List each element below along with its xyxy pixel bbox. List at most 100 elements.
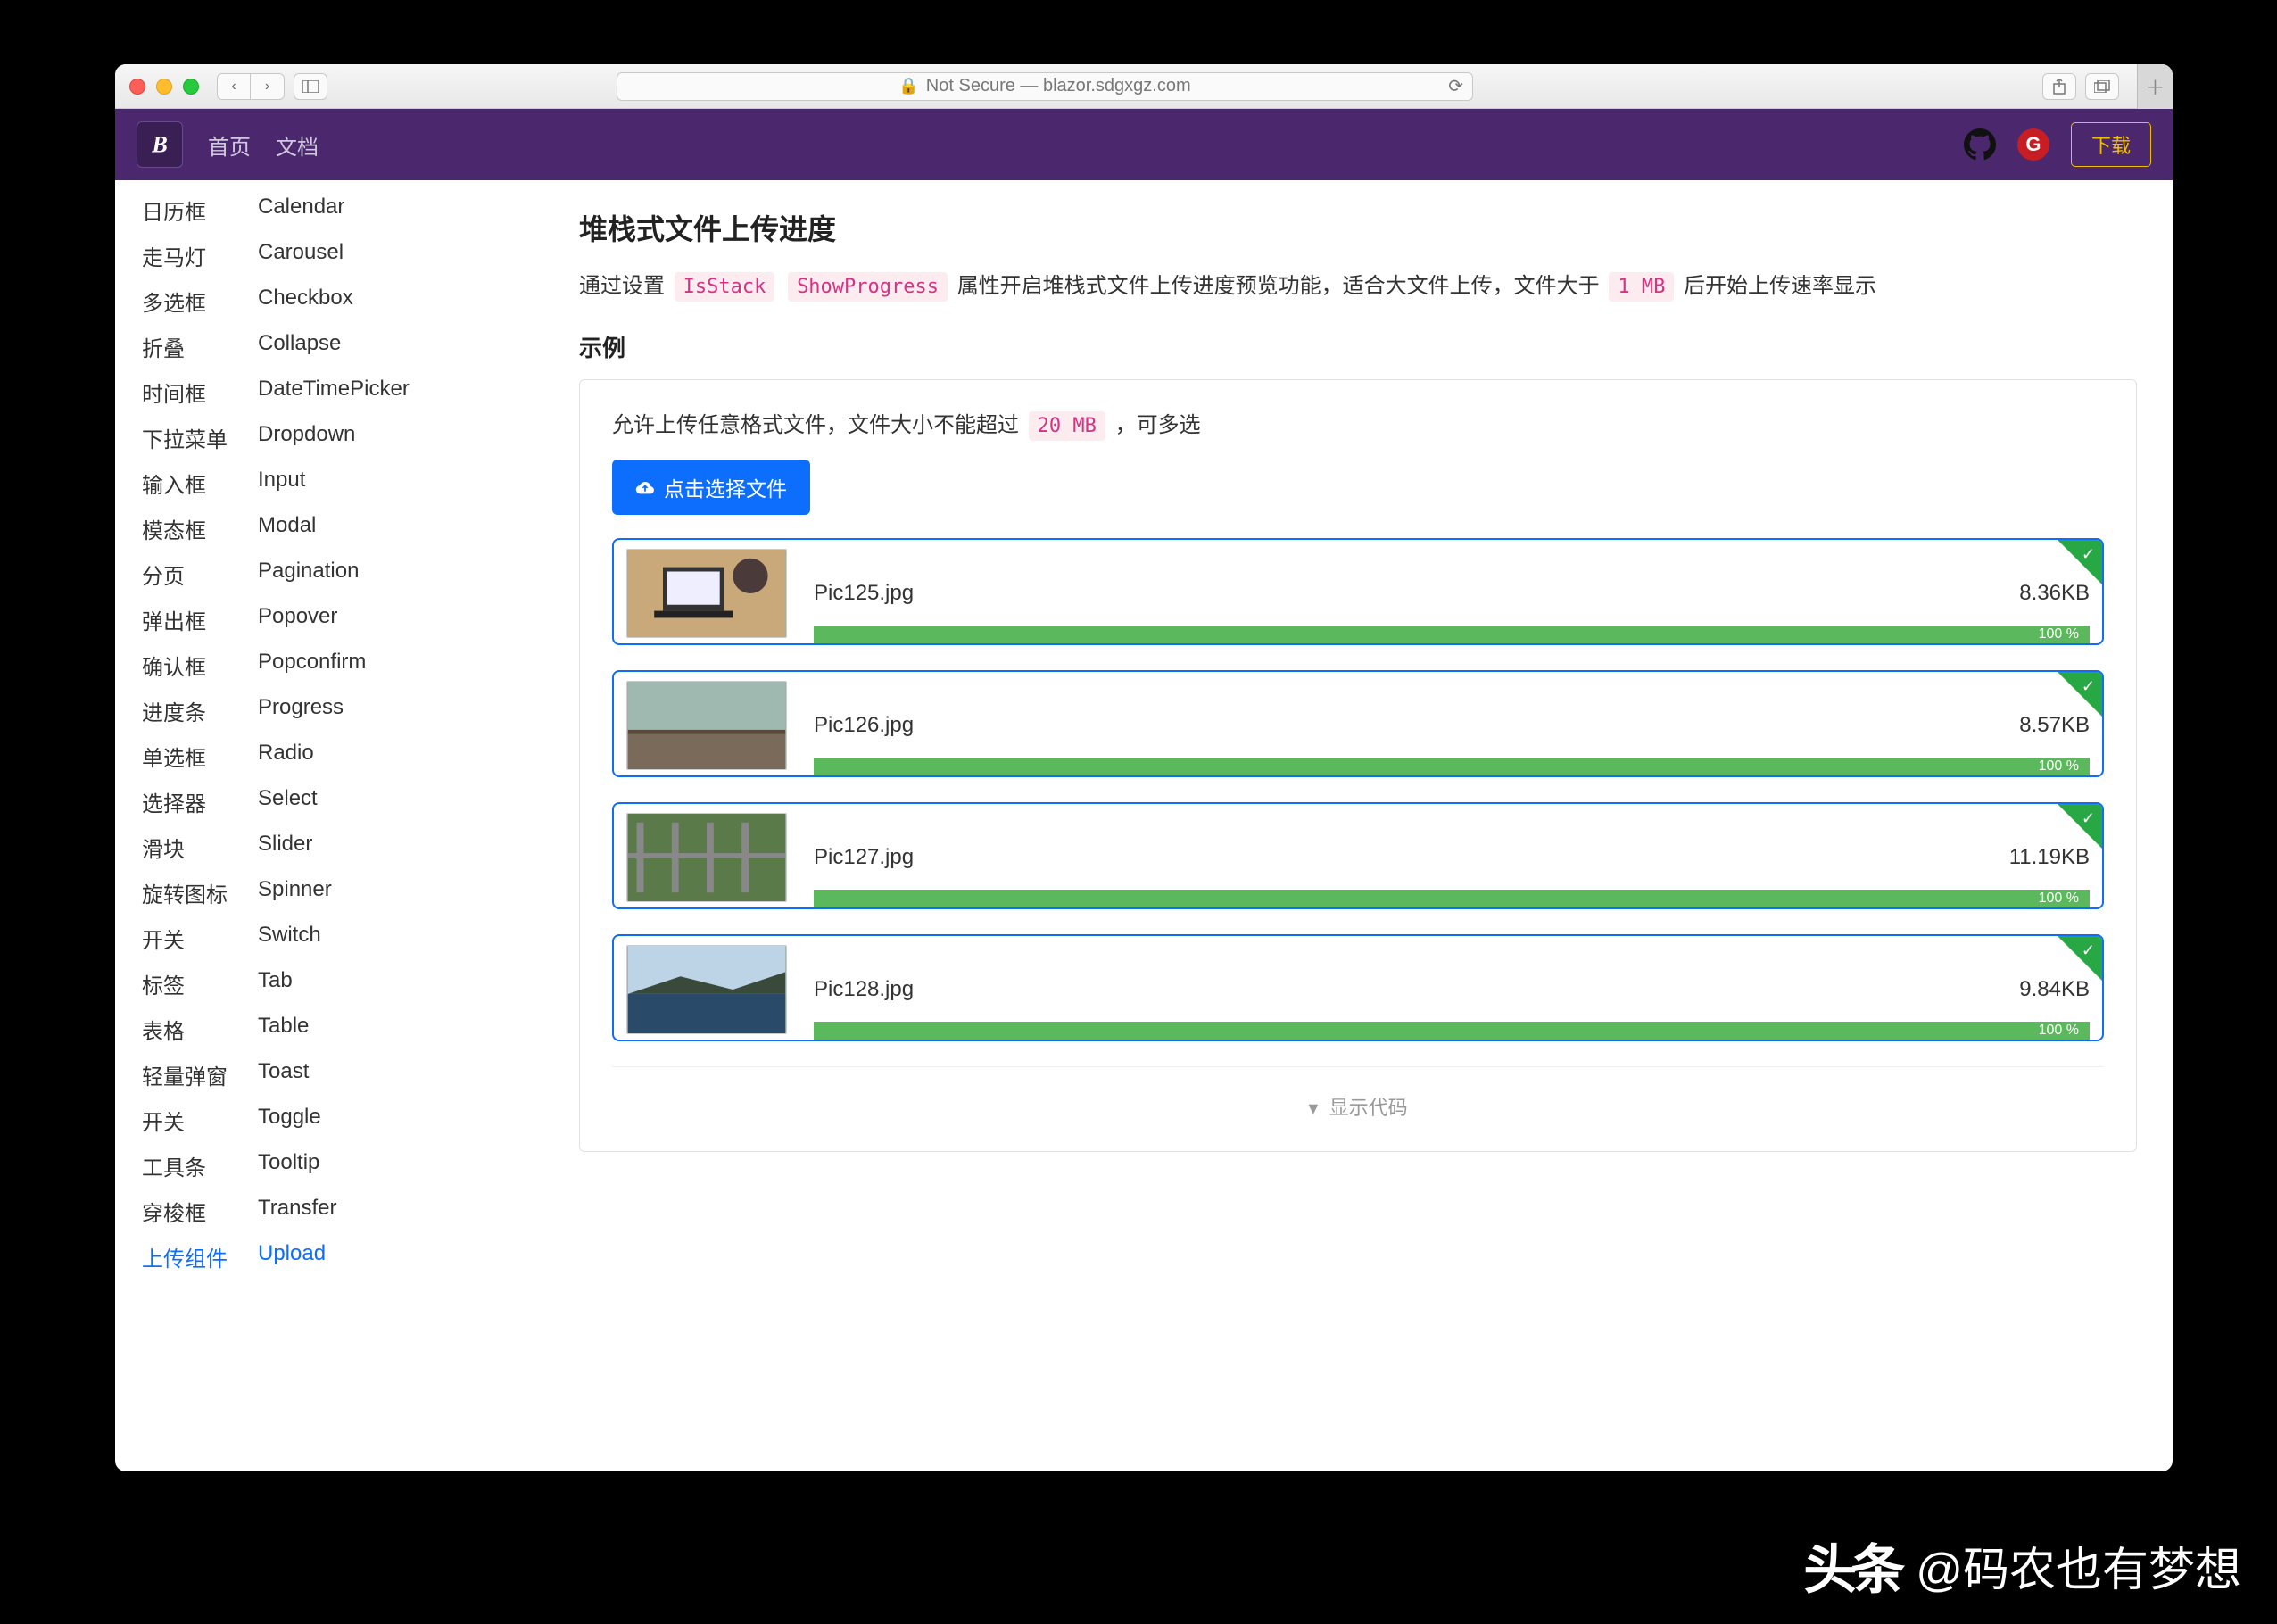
file-card: ✓Pic125.jpg8.36KB100 %: [612, 538, 2104, 645]
sidebar-item-upload[interactable]: 上传组件Upload: [142, 1234, 552, 1280]
sidebar-en: Carousel: [258, 240, 344, 271]
code-showprogress: ShowProgress: [788, 272, 948, 302]
sidebar-cn: 模态框: [142, 513, 258, 544]
file-thumbnail: [626, 549, 787, 638]
sidebar-item-collapse[interactable]: 折叠Collapse: [142, 324, 552, 369]
check-icon: ✓: [2082, 677, 2095, 696]
file-thumbnail: [626, 945, 787, 1034]
reload-icon[interactable]: ⟳: [1448, 75, 1463, 97]
page-description: 通过设置 IsStack ShowProgress 属性开启堆栈式文件上传进度预…: [579, 269, 2137, 303]
tabs-button[interactable]: [2085, 73, 2119, 100]
file-name: Pic126.jpg: [814, 713, 1992, 738]
sidebar-en: Dropdown: [258, 422, 355, 453]
back-button[interactable]: ‹: [217, 73, 251, 100]
sidebar-en: Pagination: [258, 559, 359, 590]
sidebar-item-switch[interactable]: 开关Switch: [142, 916, 552, 961]
progress-bar: 100 %: [814, 890, 2090, 907]
sidebar-en: Slider: [258, 832, 312, 863]
sidebar-item-calendar[interactable]: 日历框Calendar: [142, 187, 552, 233]
sidebar-en: Radio: [258, 741, 314, 772]
choose-file-button[interactable]: 点击选择文件: [612, 460, 810, 515]
sidebar-en: Transfer: [258, 1196, 336, 1227]
sidebar-item-spinner[interactable]: 旋转图标Spinner: [142, 870, 552, 916]
sidebar-item-table[interactable]: 表格Table: [142, 1007, 552, 1052]
sidebar-en: Calendar: [258, 195, 344, 226]
lock-icon: 🔒: [898, 77, 918, 95]
sidebar-cn: 下拉菜单: [142, 422, 258, 453]
browser-toolbar: ‹ › 🔒 Not Secure — blazor.sdgxgz.com ⟳ ＋: [115, 64, 2173, 109]
github-icon[interactable]: [1964, 128, 1996, 161]
nav-home[interactable]: 首页: [208, 129, 251, 161]
file-size: 8.36KB: [2019, 581, 2090, 606]
sidebar-en: Tooltip: [258, 1150, 319, 1181]
watermark: 头条 @码农也有梦想: [1803, 1527, 2241, 1604]
sidebar-en: Popover: [258, 604, 337, 635]
sidebar-en: Toast: [258, 1059, 309, 1090]
forward-button[interactable]: ›: [251, 73, 285, 100]
sidebar-item-checkbox[interactable]: 多选框Checkbox: [142, 278, 552, 324]
sidebar-cn: 滑块: [142, 832, 258, 863]
sidebar-item-datetimepicker[interactable]: 时间框DateTimePicker: [142, 369, 552, 415]
cloud-upload-icon: [635, 479, 655, 495]
sidebar-item-popconfirm[interactable]: 确认框Popconfirm: [142, 642, 552, 688]
sidebar-cn: 分页: [142, 559, 258, 590]
close-window-icon[interactable]: [129, 79, 145, 95]
sidebar-en: Progress: [258, 695, 344, 726]
nav-docs[interactable]: 文档: [276, 129, 319, 161]
sidebar-en: Switch: [258, 923, 321, 954]
address-text: Not Secure — blazor.sdgxgz.com: [926, 76, 1191, 96]
sidebar-item-popover[interactable]: 弹出框Popover: [142, 597, 552, 642]
show-code-toggle[interactable]: ▾ 显示代码: [612, 1066, 2104, 1124]
success-corner: [2058, 672, 2102, 717]
sidebar-item-pagination[interactable]: 分页Pagination: [142, 551, 552, 597]
svg-text:B: B: [151, 130, 168, 157]
sidebar-cn: 日历框: [142, 195, 258, 226]
file-name: Pic128.jpg: [814, 977, 1992, 1002]
new-tab-button[interactable]: ＋: [2137, 64, 2173, 109]
sidebar-cn: 走马灯: [142, 240, 258, 271]
code-size: 1 MB: [1609, 272, 1674, 302]
file-name: Pic127.jpg: [814, 845, 1983, 870]
minimize-window-icon[interactable]: [156, 79, 172, 95]
sidebar-en: Toggle: [258, 1105, 321, 1136]
file-card: ✓Pic128.jpg9.84KB100 %: [612, 934, 2104, 1041]
sidebar-toggle-button[interactable]: [294, 73, 327, 100]
download-button[interactable]: 下载: [2071, 122, 2151, 167]
sidebar-item-modal[interactable]: 模态框Modal: [142, 506, 552, 551]
success-corner: [2058, 540, 2102, 584]
address-bar[interactable]: 🔒 Not Secure — blazor.sdgxgz.com ⟳: [617, 72, 1473, 101]
progress-bar: 100 %: [814, 626, 2090, 643]
check-icon: ✓: [2082, 545, 2095, 564]
app-logo[interactable]: B: [137, 121, 183, 168]
sidebar-cn: 旋转图标: [142, 877, 258, 908]
gitee-icon[interactable]: G: [2017, 128, 2049, 161]
file-size: 8.57KB: [2019, 713, 2090, 738]
sidebar-en: Upload: [258, 1241, 326, 1272]
success-corner: [2058, 804, 2102, 849]
share-button[interactable]: [2042, 73, 2076, 100]
maximize-window-icon[interactable]: [183, 79, 199, 95]
sidebar-item-slider[interactable]: 滑块Slider: [142, 824, 552, 870]
file-size: 9.84KB: [2019, 977, 2090, 1002]
sidebar-item-tab[interactable]: 标签Tab: [142, 961, 552, 1007]
example-label: 示例: [579, 330, 2137, 363]
sidebar-item-transfer[interactable]: 穿梭框Transfer: [142, 1189, 552, 1234]
sidebar-item-toggle[interactable]: 开关Toggle: [142, 1098, 552, 1143]
sidebar-item-radio[interactable]: 单选框Radio: [142, 733, 552, 779]
sidebar-item-toast[interactable]: 轻量弹窗Toast: [142, 1052, 552, 1098]
sidebar-item-dropdown[interactable]: 下拉菜单Dropdown: [142, 415, 552, 460]
sidebar-cn: 穿梭框: [142, 1196, 258, 1227]
sidebar-en: Select: [258, 786, 318, 817]
sidebar-item-tooltip[interactable]: 工具条Tooltip: [142, 1143, 552, 1189]
sidebar-item-select[interactable]: 选择器Select: [142, 779, 552, 824]
sidebar-en: Tab: [258, 968, 293, 999]
progress-bar: 100 %: [814, 758, 2090, 775]
file-size: 11.19KB: [2009, 845, 2090, 870]
sidebar: 日历框Calendar走马灯Carousel多选框Checkbox折叠Colla…: [115, 180, 552, 1471]
file-card: ✓Pic127.jpg11.19KB100 %: [612, 802, 2104, 909]
sidebar-item-input[interactable]: 输入框Input: [142, 460, 552, 506]
sidebar-cn: 工具条: [142, 1150, 258, 1181]
sidebar-item-carousel[interactable]: 走马灯Carousel: [142, 233, 552, 278]
sidebar-en: Modal: [258, 513, 316, 544]
sidebar-item-progress[interactable]: 进度条Progress: [142, 688, 552, 733]
